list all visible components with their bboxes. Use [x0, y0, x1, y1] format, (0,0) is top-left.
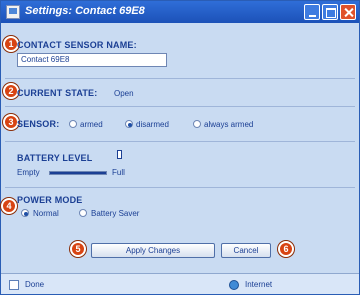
section-divider: [5, 78, 355, 79]
settings-content: 1 CONTACT SENSOR NAME: Contact 69E8 2 CU…: [1, 25, 355, 270]
sensor-disarmed-label: disarmed: [136, 120, 169, 129]
battery-icon: [117, 150, 122, 159]
power-mode-normal-label: Normal: [33, 209, 59, 218]
status-right-text: Internet: [245, 280, 273, 289]
maximize-icon[interactable]: [322, 4, 338, 20]
current-state-label: CURRENT STATE:: [17, 88, 98, 98]
sensor-always-armed-radio[interactable]: [193, 120, 201, 128]
minimize-icon[interactable]: [304, 4, 320, 20]
window-title: Settings: Contact 69E8: [25, 5, 145, 17]
power-mode-label: POWER MODE: [17, 195, 83, 205]
callout-4: 4: [1, 198, 17, 214]
section-divider: [5, 187, 355, 188]
status-left-text: Done: [25, 280, 45, 289]
section-divider: [5, 106, 355, 107]
contact-sensor-name-label: CONTACT SENSOR NAME:: [17, 40, 137, 50]
battery-level-label: BATTERY LEVEL: [17, 153, 93, 163]
sensor-label: SENSOR:: [17, 119, 60, 129]
globe-icon: [229, 280, 239, 290]
battery-level-fill: [50, 172, 106, 174]
power-mode-battery-saver-label: Battery Saver: [91, 209, 140, 218]
sensor-always-armed-label: always armed: [204, 120, 254, 129]
contact-sensor-name-field[interactable]: Contact 69E8: [17, 53, 167, 67]
battery-empty-label: Empty: [17, 168, 40, 177]
callout-5: 5: [70, 241, 86, 257]
power-mode-normal-radio[interactable]: [21, 209, 29, 217]
battery-level-bar: [49, 171, 107, 175]
current-state-value: Open: [114, 89, 134, 98]
battery-full-label: Full: [112, 168, 125, 177]
cancel-button[interactable]: Cancel: [221, 243, 271, 258]
status-bar: Done Internet: [1, 273, 359, 294]
page-icon: [9, 280, 19, 290]
apply-changes-button[interactable]: Apply Changes: [91, 243, 215, 258]
section-divider: [5, 141, 355, 142]
sensor-armed-label: armed: [80, 120, 103, 129]
window-icon: [6, 5, 20, 19]
power-mode-battery-saver-radio[interactable]: [79, 209, 87, 217]
close-icon[interactable]: [340, 4, 356, 20]
callout-6: 6: [278, 241, 294, 257]
sensor-armed-radio[interactable]: [69, 120, 77, 128]
settings-window: Settings: Contact 69E8 1 CONTACT SENSOR …: [0, 0, 360, 295]
title-bar[interactable]: Settings: Contact 69E8: [1, 1, 359, 23]
sensor-disarmed-radio[interactable]: [125, 120, 133, 128]
